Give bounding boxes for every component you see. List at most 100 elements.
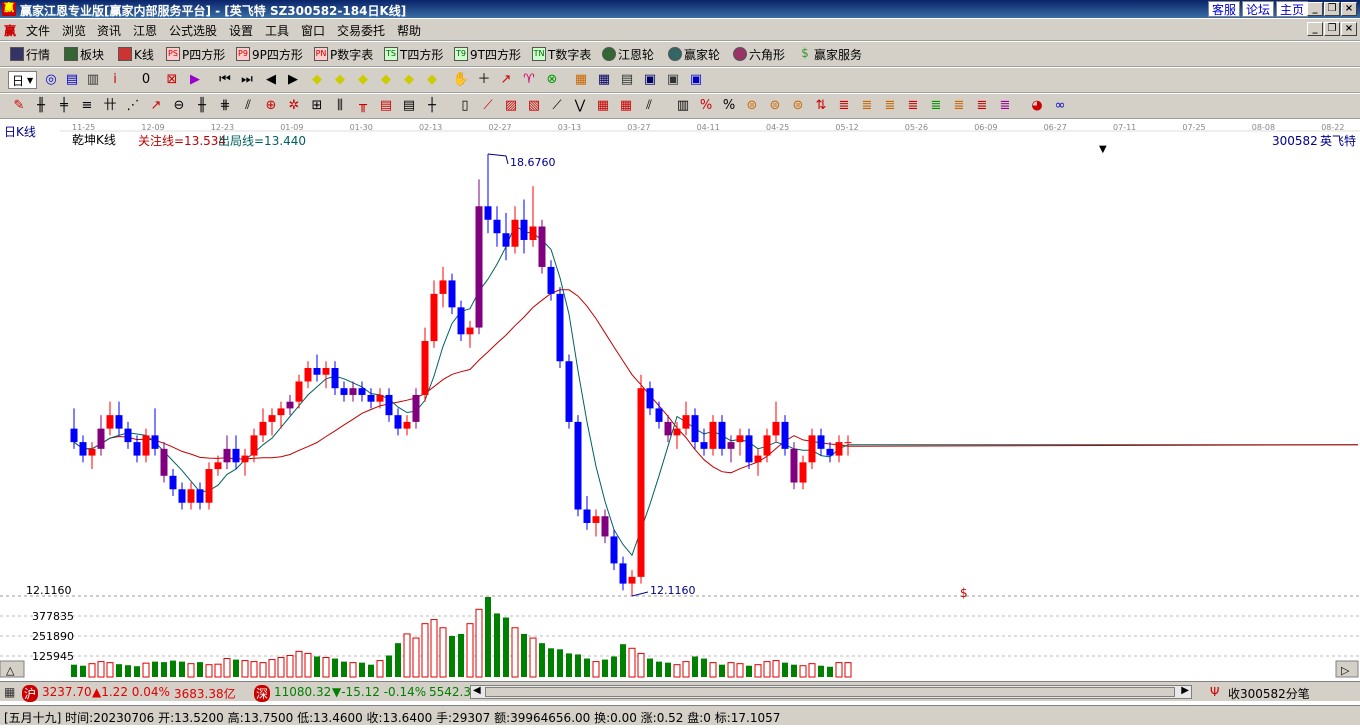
diamond-out-icon[interactable]: ◆ xyxy=(423,71,441,89)
toolbar-p-square-button[interactable]: PS P四方形 xyxy=(166,45,225,63)
single-candle-icon[interactable]: 0 xyxy=(137,71,155,89)
scrollbar-thumb[interactable] xyxy=(485,687,1175,697)
menu-gann[interactable]: 江恩 xyxy=(133,22,157,39)
menu-tools[interactable]: 工具 xyxy=(265,22,289,39)
toolbar-gann-wheel-button[interactable]: 江恩轮 xyxy=(602,45,654,63)
kefu-link[interactable]: 客服 xyxy=(1208,1,1241,17)
horizontal-scrollbar[interactable]: ◀ ▶ xyxy=(470,685,1192,699)
kline-chart[interactable]: 11-25 12-09 12-23 01-09 01-30 02-13 02-27 03-13… xyxy=(0,119,1360,679)
square-tool-icon[interactable]: ⊞ xyxy=(308,97,326,115)
save-icon[interactable]: ▣ xyxy=(641,71,659,89)
period-select[interactable]: 日 ▼ xyxy=(8,71,38,89)
grid-tool-icon[interactable]: ╪ xyxy=(55,97,73,115)
menu-help[interactable]: 帮助 xyxy=(397,22,421,39)
toolbar-9t-square-button[interactable]: T9 9T四方形 xyxy=(454,45,521,63)
hbars-icon[interactable]: ▤ xyxy=(400,97,418,115)
box-icon[interactable]: ▤ xyxy=(377,97,395,115)
fan2-icon[interactable]: ⟋ xyxy=(548,97,566,115)
calc-status-icon[interactable]: ▦ xyxy=(4,685,15,699)
zoom-icon[interactable]: ⊠ xyxy=(163,71,181,89)
circle-tool-icon[interactable]: ⊖ xyxy=(170,97,188,115)
menu-window[interactable]: 窗口 xyxy=(301,22,325,39)
chart-area[interactable]: 11-25 12-09 12-23 01-09 01-30 02-13 02-27 03-13… xyxy=(0,119,1360,679)
diamond-left-icon[interactable]: ◆ xyxy=(354,71,372,89)
crosshair-icon[interactable]: ＋ xyxy=(475,71,493,89)
level2-icon[interactable]: ≣ xyxy=(858,97,876,115)
ray-icon[interactable]: ⋰ xyxy=(124,97,142,115)
forum-link[interactable]: 论坛 xyxy=(1242,1,1275,17)
doc-icon[interactable]: ▤ xyxy=(63,71,81,89)
truck-icon[interactable]: ▣ xyxy=(687,71,705,89)
diamond-down-icon[interactable]: ◆ xyxy=(331,71,349,89)
child-minimize-icon[interactable]: _ xyxy=(1307,22,1323,36)
menu-trade[interactable]: 交易委托 xyxy=(337,22,385,39)
scroll-right-icon[interactable]: ▶ xyxy=(1181,685,1189,696)
diamond-up-icon[interactable]: ◆ xyxy=(308,71,326,89)
slash-icon[interactable]: ⫽ xyxy=(640,97,658,115)
bars-icon[interactable]: ▥ xyxy=(84,71,102,89)
kline-small-icon[interactable]: ı̇ xyxy=(106,71,124,89)
hatch-icon[interactable]: ▧ xyxy=(525,97,543,115)
menu-browse[interactable]: 浏览 xyxy=(62,22,86,39)
toolbar-hexagon-button[interactable]: 六角形 xyxy=(733,45,785,63)
last-icon[interactable]: ⏭ xyxy=(238,71,256,89)
hash-icon[interactable]: 卄 xyxy=(101,97,119,115)
period-icon[interactable]: ◎ xyxy=(42,71,60,89)
line-icon[interactable]: ↗ xyxy=(147,97,165,115)
coin2-icon[interactable]: ⊜ xyxy=(766,97,784,115)
home-link[interactable]: 主页 xyxy=(1276,1,1309,17)
bars-tool-icon[interactable]: ╥ xyxy=(354,97,372,115)
toolbar-kline-button[interactable]: K线 xyxy=(118,45,154,63)
arc-icon[interactable]: ⊕ xyxy=(262,97,280,115)
toolbar-quotes-button[interactable]: 行情 xyxy=(10,45,50,63)
angle-icon[interactable]: ⋕ xyxy=(216,97,234,115)
toolbar-t-table-button[interactable]: TN T数字表 xyxy=(532,45,591,63)
pattern-icon[interactable]: ♈ xyxy=(520,71,538,89)
first-icon[interactable]: ⏮ xyxy=(216,71,234,89)
level4-icon[interactable]: ≣ xyxy=(904,97,922,115)
minimize-icon[interactable]: _ xyxy=(1307,2,1323,16)
hand-icon[interactable]: ✋ xyxy=(452,71,470,89)
toolbar-p-table-button[interactable]: PN P数字表 xyxy=(314,45,373,63)
table-tool-icon[interactable]: ▥ xyxy=(674,97,692,115)
percent-icon[interactable]: % xyxy=(720,97,738,115)
print-icon[interactable]: ▣ xyxy=(664,71,682,89)
infinity-icon[interactable]: ∞ xyxy=(1051,97,1069,115)
v-icon[interactable]: ⋁ xyxy=(571,97,589,115)
calendar-icon[interactable]: ▦ xyxy=(572,71,590,89)
menu-formula[interactable]: 公式选股 xyxy=(169,22,217,39)
next-icon[interactable]: ▶ xyxy=(284,71,302,89)
triangle-right-icon[interactable]: ▷ xyxy=(1341,664,1350,677)
flag-icon[interactable]: ▶ xyxy=(186,71,204,89)
level6-icon[interactable]: ≣ xyxy=(950,97,968,115)
menu-info[interactable]: 资讯 xyxy=(97,22,121,39)
vline-icon[interactable]: ▯ xyxy=(456,97,474,115)
dropdown-marker-icon[interactable]: ▼ xyxy=(1099,144,1107,155)
antenna-icon[interactable]: Ψ xyxy=(1210,685,1219,699)
toolbar-9p-square-button[interactable]: P9 9P四方形 xyxy=(236,45,303,63)
measure-icon[interactable]: ┼ xyxy=(423,97,441,115)
restore-icon[interactable]: ❐ xyxy=(1324,2,1340,16)
level3-icon[interactable]: ≣ xyxy=(881,97,899,115)
toolbar-service-button[interactable]: $ 赢家服务 xyxy=(798,45,862,63)
diamond-in-icon[interactable]: ◆ xyxy=(400,71,418,89)
channel-icon[interactable]: ⫽ xyxy=(239,97,257,115)
coin-icon[interactable]: ⊜ xyxy=(743,97,761,115)
tick-label[interactable]: 收300582分笔 xyxy=(1228,685,1310,702)
toolbar-t-square-button[interactable]: TS T四方形 xyxy=(384,45,443,63)
child-close-icon[interactable]: × xyxy=(1341,22,1357,36)
cycle-icon[interactable]: ╫ xyxy=(193,97,211,115)
level5-icon[interactable]: ≣ xyxy=(927,97,945,115)
menu-settings[interactable]: 设置 xyxy=(229,22,253,39)
calc-icon[interactable]: ▦ xyxy=(595,71,613,89)
palette-icon[interactable]: ◕ xyxy=(1028,97,1046,115)
coin3-icon[interactable]: ⊜ xyxy=(789,97,807,115)
fan-icon[interactable]: ⟋ xyxy=(479,97,497,115)
percent-tool-icon[interactable]: % xyxy=(697,97,715,115)
ruler-icon[interactable]: ╫ xyxy=(32,97,50,115)
menu-file[interactable]: 文件 xyxy=(26,22,50,39)
triangle-up-icon[interactable]: △ xyxy=(6,664,15,677)
speed-icon[interactable]: ⫼ xyxy=(331,97,349,115)
level7-icon[interactable]: ≣ xyxy=(973,97,991,115)
level8-icon[interactable]: ≣ xyxy=(996,97,1014,115)
